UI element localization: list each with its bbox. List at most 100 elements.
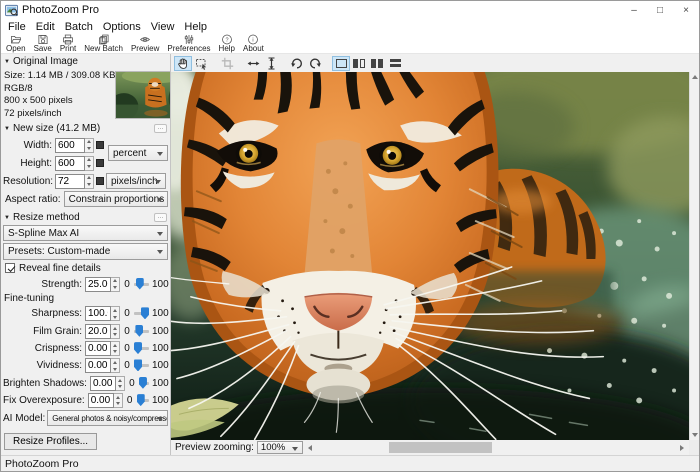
menu-help[interactable]: Help bbox=[179, 19, 212, 34]
resize-profiles-button[interactable]: Resize Profiles... bbox=[4, 433, 97, 450]
horizontal-scrollbar[interactable] bbox=[317, 440, 675, 455]
crispness-input[interactable] bbox=[85, 341, 111, 356]
brighten-shadows-stepper[interactable] bbox=[116, 376, 125, 391]
preferences-button[interactable]: Preferences bbox=[163, 34, 214, 53]
selection-tool-button[interactable] bbox=[192, 56, 210, 71]
fix-overexposure-stepper[interactable] bbox=[114, 393, 123, 408]
scroll-left-button[interactable] bbox=[303, 440, 317, 455]
help-button[interactable]: ? Help bbox=[215, 34, 239, 53]
menu-view[interactable]: View bbox=[146, 19, 180, 34]
rotate-right-button[interactable] bbox=[306, 56, 324, 71]
height-anchor-button[interactable] bbox=[96, 159, 104, 167]
new-size-options-button[interactable]: … bbox=[154, 124, 167, 133]
crispness-slider[interactable] bbox=[134, 347, 149, 350]
status-bar: PhotoZoom Pro bbox=[1, 455, 699, 471]
width-input[interactable] bbox=[55, 138, 85, 153]
preview-zoom-select[interactable]: 100% bbox=[257, 441, 303, 454]
sharpness-slider[interactable] bbox=[134, 312, 149, 315]
resize-method-options-button[interactable]: … bbox=[154, 213, 167, 222]
width-stepper[interactable] bbox=[85, 138, 94, 153]
height-stepper[interactable] bbox=[85, 156, 94, 171]
hand-tool-button[interactable] bbox=[174, 56, 192, 71]
crispness-stepper[interactable] bbox=[111, 341, 120, 356]
menu-file[interactable]: File bbox=[3, 19, 31, 34]
crispness-label: Crispness: bbox=[3, 343, 85, 354]
save-button[interactable]: Save bbox=[30, 34, 56, 53]
scale-min-label: 0 bbox=[123, 360, 131, 371]
strength-slider[interactable] bbox=[134, 283, 149, 286]
new-batch-button[interactable]: New Batch bbox=[80, 34, 127, 53]
strength-stepper[interactable] bbox=[111, 277, 120, 292]
print-button[interactable]: Print bbox=[56, 34, 80, 53]
vividness-slider[interactable] bbox=[134, 364, 149, 367]
new-size-title: New size (41.2 MB) bbox=[13, 123, 100, 134]
crop-tool-button[interactable] bbox=[218, 56, 236, 71]
scale-max-label: 100 bbox=[152, 279, 168, 290]
help-label: Help bbox=[219, 45, 235, 53]
brighten-shadows-input[interactable] bbox=[90, 376, 116, 391]
resolution-input[interactable] bbox=[55, 174, 85, 189]
presets-select[interactable]: Presets: Custom-made bbox=[3, 243, 168, 259]
film-grain-stepper[interactable] bbox=[111, 324, 120, 339]
sharpness-input[interactable] bbox=[85, 306, 111, 321]
flip-horizontal-button[interactable] bbox=[244, 56, 262, 71]
scroll-up-icon[interactable] bbox=[692, 75, 698, 79]
brighten-shadows-label: Brighten Shadows: bbox=[3, 378, 90, 389]
film-grain-slider[interactable] bbox=[134, 330, 149, 333]
brighten-shadows-slider-thumb[interactable] bbox=[139, 377, 147, 389]
rotate-left-button[interactable] bbox=[288, 56, 306, 71]
view-side-by-side-button[interactable] bbox=[368, 56, 386, 71]
vividness-stepper[interactable] bbox=[111, 358, 120, 373]
resize-method-select[interactable]: S-Spline Max AI bbox=[3, 225, 168, 241]
strength-slider-thumb[interactable] bbox=[136, 278, 144, 290]
new-size-header[interactable]: ▼ New size (41.2 MB) … bbox=[1, 121, 170, 135]
preview-image[interactable] bbox=[171, 72, 689, 440]
brighten-shadows-slider[interactable] bbox=[139, 382, 149, 385]
resolution-stepper[interactable] bbox=[85, 174, 94, 189]
menu-batch[interactable]: Batch bbox=[60, 19, 98, 34]
close-button[interactable]: × bbox=[673, 1, 699, 19]
scale-min-label: 0 bbox=[128, 378, 136, 389]
about-label: About bbox=[243, 45, 264, 53]
resolution-anchor-button[interactable] bbox=[96, 177, 104, 185]
menu-edit[interactable]: Edit bbox=[31, 19, 60, 34]
preview-button[interactable]: Preview bbox=[127, 34, 163, 53]
vividness-slider-thumb[interactable] bbox=[134, 359, 142, 371]
scroll-down-icon[interactable] bbox=[692, 433, 698, 437]
collapse-triangle-icon: ▼ bbox=[4, 215, 10, 221]
view-single-button[interactable] bbox=[332, 56, 350, 71]
original-size: Size: 1.14 MB / 309.08 KB bbox=[4, 70, 115, 82]
flip-vertical-button[interactable] bbox=[262, 56, 280, 71]
film-grain-input[interactable] bbox=[85, 324, 111, 339]
minimize-button[interactable]: – bbox=[621, 1, 647, 19]
sharpness-slider-thumb[interactable] bbox=[141, 307, 149, 319]
maximize-button[interactable]: □ bbox=[647, 1, 673, 19]
resize-method-header[interactable]: ▼ Resize method … bbox=[1, 210, 170, 224]
width-anchor-button[interactable] bbox=[96, 141, 104, 149]
scroll-left-icon bbox=[308, 445, 312, 451]
scroll-right-button[interactable] bbox=[675, 440, 689, 455]
size-unit-select[interactable]: percent bbox=[108, 145, 168, 161]
height-input[interactable] bbox=[55, 156, 85, 171]
ai-model-select[interactable]: General photos & noisy/compressed photos bbox=[47, 410, 168, 426]
view-top-bottom-button[interactable] bbox=[386, 56, 404, 71]
view-split-button[interactable] bbox=[350, 56, 368, 71]
horizontal-scrollbar-thumb[interactable] bbox=[389, 442, 493, 453]
sharpness-stepper[interactable] bbox=[111, 306, 120, 321]
crispness-slider-thumb[interactable] bbox=[134, 342, 142, 354]
vividness-input[interactable] bbox=[85, 358, 111, 373]
reveal-fine-details-checkbox[interactable] bbox=[5, 263, 15, 273]
original-image-header[interactable]: ▼ Original Image bbox=[1, 54, 170, 68]
film-grain-slider-thumb[interactable] bbox=[135, 325, 143, 337]
about-button[interactable]: i About bbox=[239, 34, 268, 53]
strength-input[interactable] bbox=[85, 277, 111, 292]
resolution-unit-select[interactable]: pixels/inch bbox=[106, 173, 166, 189]
open-button[interactable]: Open bbox=[2, 34, 30, 53]
fix-overexposure-slider-thumb[interactable] bbox=[137, 394, 145, 406]
resize-method-title: Resize method bbox=[13, 212, 80, 223]
vertical-scrollbar[interactable] bbox=[689, 72, 699, 440]
menu-options[interactable]: Options bbox=[98, 19, 146, 34]
fix-overexposure-input[interactable] bbox=[88, 393, 114, 408]
aspect-ratio-select[interactable]: Constrain proportions bbox=[64, 191, 168, 207]
fix-overexposure-slider[interactable] bbox=[137, 399, 149, 402]
